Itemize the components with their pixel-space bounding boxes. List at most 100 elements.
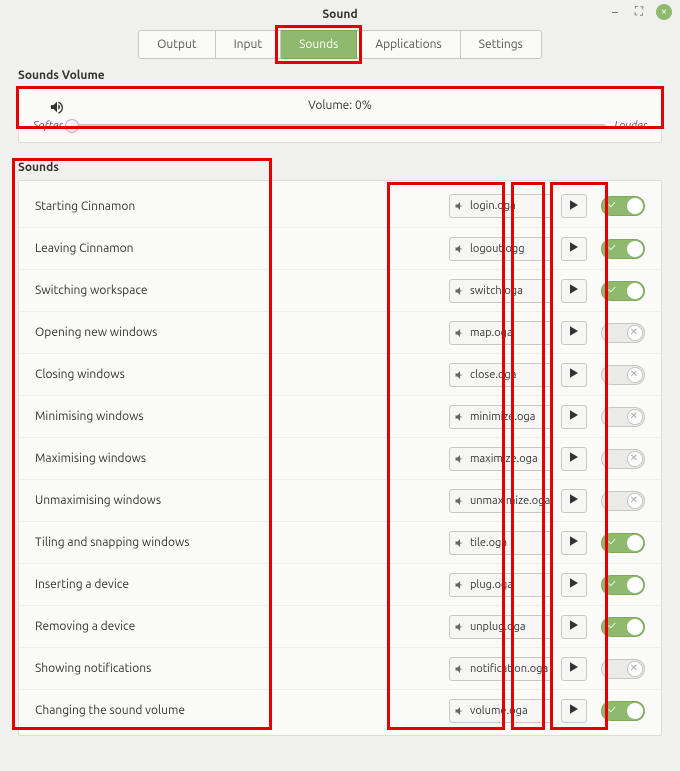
toggle-knob	[627, 535, 643, 551]
sound-file-chooser[interactable]: map.oga	[449, 321, 553, 345]
volume-panel: Volume: 0% Softer Louder	[18, 88, 662, 143]
play-button[interactable]	[561, 657, 587, 681]
minimize-button[interactable]: –	[608, 5, 622, 19]
tab-output[interactable]: Output	[138, 30, 215, 59]
sound-file-chooser[interactable]: volume.oga	[449, 699, 553, 723]
sound-toggle[interactable]	[601, 281, 645, 301]
sound-toggle[interactable]	[601, 323, 645, 343]
sound-name: Maximising windows	[35, 452, 335, 465]
speaker-icon	[454, 200, 466, 212]
play-button[interactable]	[561, 615, 587, 639]
play-button[interactable]	[561, 573, 587, 597]
sound-row: Opening new windowsmap.oga	[19, 311, 661, 353]
sounds-panel: Starting Cinnamonlogin.ogaLeaving Cinnam…	[18, 180, 662, 736]
speaker-icon	[454, 579, 466, 591]
volume-slider-thumb[interactable]	[65, 119, 79, 133]
sound-toggle[interactable]	[601, 575, 645, 595]
sound-file-name: unplug.oga	[470, 621, 526, 633]
toggle-knob	[627, 577, 643, 593]
play-button[interactable]	[561, 194, 587, 218]
sound-file-chooser[interactable]: login.oga	[449, 194, 553, 218]
play-icon	[570, 326, 578, 339]
sound-row: Maximising windows maximize.oga	[19, 437, 661, 479]
play-button[interactable]	[561, 279, 587, 303]
close-button[interactable]: ×	[656, 4, 672, 20]
sound-file-chooser[interactable]: unplug.oga	[449, 615, 553, 639]
play-icon	[570, 284, 578, 297]
sound-name: Unmaximising windows	[35, 494, 335, 507]
sound-file-chooser[interactable]: minimize.oga	[449, 405, 553, 429]
play-button[interactable]	[561, 447, 587, 471]
tab-applications[interactable]: Applications	[357, 30, 460, 59]
sound-file-chooser[interactable]: notification.oga	[449, 657, 553, 681]
toggle-knob	[627, 451, 643, 467]
play-button[interactable]	[561, 237, 587, 261]
sound-toggle[interactable]	[601, 365, 645, 385]
sound-name: Removing a device	[35, 620, 335, 633]
sound-row: Minimising windowsminimize.oga	[19, 395, 661, 437]
maximize-button[interactable]: ⛶	[632, 5, 646, 19]
play-icon	[570, 410, 578, 423]
sound-name: Changing the sound volume	[35, 704, 335, 717]
speaker-icon	[454, 705, 466, 717]
play-button[interactable]	[561, 405, 587, 429]
sound-toggle[interactable]	[601, 701, 645, 721]
toggle-knob	[627, 703, 643, 719]
sound-toggle[interactable]	[601, 491, 645, 511]
sound-file-chooser[interactable]: unmaximize.oga	[449, 489, 553, 513]
play-button[interactable]	[561, 489, 587, 513]
sound-name: Showing notifications	[35, 662, 335, 675]
volume-heading: Sounds Volume	[12, 69, 668, 82]
sound-file-name: notification.oga	[470, 663, 548, 675]
speaker-icon	[454, 411, 466, 423]
sound-toggle[interactable]	[601, 239, 645, 259]
play-icon	[570, 620, 578, 633]
sound-file-chooser[interactable]: logout.ogg	[449, 237, 553, 261]
sound-name: Switching workspace	[35, 284, 335, 297]
play-button[interactable]	[561, 321, 587, 345]
sound-file-name: minimize.oga	[470, 411, 535, 423]
sound-toggle[interactable]	[601, 533, 645, 553]
play-icon	[570, 368, 578, 381]
tab-input[interactable]: Input	[216, 30, 282, 59]
window-title: Sound	[322, 8, 357, 21]
play-button[interactable]	[561, 363, 587, 387]
play-icon	[570, 704, 578, 717]
speaker-icon	[454, 495, 466, 507]
sound-file-name: volume.oga	[470, 705, 528, 717]
sound-file-name: map.oga	[470, 327, 513, 339]
speaker-icon	[454, 663, 466, 675]
sound-row: Showing notifications notification.oga	[19, 647, 661, 689]
play-icon	[570, 662, 578, 675]
speaker-icon	[454, 453, 466, 465]
sound-file-chooser[interactable]: close.oga	[449, 363, 553, 387]
sound-file-name: unmaximize.oga	[470, 495, 550, 507]
toggle-knob	[627, 619, 643, 635]
sound-toggle[interactable]	[601, 407, 645, 427]
sound-toggle[interactable]	[601, 196, 645, 216]
tab-sounds[interactable]: Sounds	[281, 30, 357, 59]
play-icon	[570, 200, 578, 213]
speaker-icon	[454, 621, 466, 633]
volume-slider[interactable]	[71, 124, 607, 129]
sound-file-chooser[interactable]: plug.oga	[449, 573, 553, 597]
sound-name: Inserting a device	[35, 578, 335, 591]
tab-settings[interactable]: Settings	[461, 30, 542, 59]
sound-toggle[interactable]	[601, 449, 645, 469]
toggle-knob	[627, 283, 643, 299]
sound-row: Changing the sound volume volume.oga	[19, 689, 661, 731]
play-icon	[570, 242, 578, 255]
sound-file-chooser[interactable]: tile.oga	[449, 531, 553, 555]
speaker-icon	[454, 537, 466, 549]
sound-toggle[interactable]	[601, 659, 645, 679]
sound-file-chooser[interactable]: switch.oga	[449, 279, 553, 303]
sound-file-name: tile.oga	[470, 537, 507, 549]
sound-file-chooser[interactable]: maximize.oga	[449, 447, 553, 471]
sound-toggle[interactable]	[601, 617, 645, 637]
titlebar: Sound – ⛶ ×	[0, 0, 680, 28]
toggle-knob	[627, 409, 643, 425]
sound-name: Starting Cinnamon	[35, 200, 335, 213]
sound-row: Switching workspace switch.oga	[19, 269, 661, 311]
play-button[interactable]	[561, 699, 587, 723]
play-button[interactable]	[561, 531, 587, 555]
